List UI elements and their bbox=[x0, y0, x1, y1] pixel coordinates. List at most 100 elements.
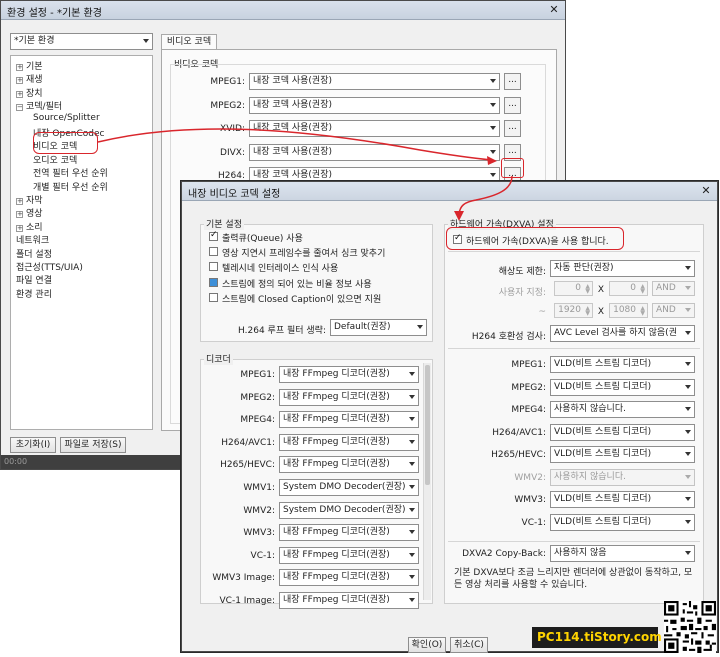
decoder-label: MPEG1: bbox=[240, 370, 275, 380]
tree-item-label: 코덱/필터 bbox=[26, 102, 63, 113]
decoder-select-wmv2[interactable]: System DMO Decoder(권장) bbox=[279, 501, 419, 519]
option-checkbox-label[interactable]: 텔레시네 인터레이스 인식 사용 bbox=[222, 261, 338, 274]
tree-item-label: 기본 bbox=[26, 62, 43, 72]
hw-codec-select-mpeg1[interactable]: VLD(비트 스트림 디코더) bbox=[550, 356, 695, 373]
tree-item[interactable]: Source/Splitter bbox=[33, 113, 100, 123]
h264-compat-select[interactable]: AVC Level 검사를 하지 않음(권 bbox=[550, 325, 695, 342]
decoder-select-wmv1[interactable]: System DMO Decoder(권장) bbox=[279, 479, 419, 496]
tree-item[interactable]: + 재생 bbox=[16, 72, 43, 85]
chevron-down-icon bbox=[685, 452, 691, 456]
tree-item[interactable]: + 영상 bbox=[16, 206, 43, 219]
decoder-select-wmv3[interactable]: 내장 FFmpeg 디코더(권장) bbox=[279, 524, 419, 542]
option-checkbox[interactable] bbox=[209, 262, 218, 272]
decoder-label: WMV3: bbox=[243, 528, 275, 539]
tab-video-codec[interactable]: 비디오 코덱 bbox=[161, 34, 217, 50]
option-checkbox-label[interactable]: 출력큐(Queue) 사용 bbox=[222, 231, 303, 244]
chevron-down-icon bbox=[490, 126, 496, 130]
chevron-down-icon bbox=[409, 372, 415, 376]
chevron-down-icon bbox=[685, 308, 691, 312]
decoder-label: WMV1: bbox=[243, 483, 275, 493]
tree-item-label: 네트워크 bbox=[16, 236, 50, 247]
tree-item-label: 영상 bbox=[26, 209, 43, 220]
decoder-select-mpeg2[interactable]: 내장 FFmpeg 디코더(권장) bbox=[279, 388, 419, 406]
hw-codec-select-wmv3[interactable]: VLD(비트 스트림 디코더) bbox=[550, 491, 695, 508]
expand-icon[interactable]: + bbox=[16, 211, 23, 219]
settings-titlebar: 환경 설정 - *기본 환경 ✕ bbox=[1, 1, 565, 20]
reset-button[interactable]: 초기화(I) bbox=[10, 437, 56, 453]
close-icon[interactable]: ✕ bbox=[547, 4, 561, 16]
x-separator: X bbox=[597, 285, 605, 295]
decoder-select-mpeg1[interactable]: 내장 FFmpeg 디코더(권장) bbox=[279, 366, 419, 383]
expand-icon[interactable]: + bbox=[16, 198, 23, 205]
ok-button[interactable]: 확인(O) bbox=[408, 637, 446, 653]
decoder-select-mpeg4[interactable]: 내장 FFmpeg 디코더(권장) bbox=[279, 411, 419, 429]
decoder-select-h265-hevc[interactable]: 내장 FFmpeg 디코더(권장) bbox=[279, 456, 419, 474]
expand-icon[interactable]: + bbox=[16, 224, 23, 232]
chevron-down-icon bbox=[409, 598, 415, 602]
tree-item[interactable]: + 장치 bbox=[16, 86, 43, 99]
codec-select-divx[interactable]: 내장 코덱 사용(권장) bbox=[249, 143, 500, 161]
dialog-close-icon[interactable]: ✕ bbox=[699, 185, 713, 197]
option-checkbox-label[interactable]: 스트림에 Closed Caption이 있으면 지원 bbox=[222, 292, 381, 305]
resolution-select[interactable]: 자동 판단(권장) bbox=[550, 260, 695, 277]
chevron-down-icon bbox=[490, 79, 496, 83]
min-width-spin[interactable]: 0 ▲ ▼ bbox=[554, 281, 593, 296]
codec-select-xvid[interactable]: 내장 코덱 사용(권장) bbox=[249, 120, 500, 137]
option-checkbox[interactable] bbox=[209, 277, 218, 287]
copyback-select[interactable]: 사용하지 않음 bbox=[550, 545, 695, 562]
hw-codec-select-h264-avc1[interactable]: VLD(비트 스트림 디코더) bbox=[550, 423, 695, 441]
tree-item-label: 재생 bbox=[26, 75, 43, 86]
hw-codec-select-wmv2[interactable]: 사용하지 않습니다. bbox=[550, 468, 695, 486]
decoder-label: WMV3 Image: bbox=[212, 573, 275, 584]
scrollbar-thumb[interactable] bbox=[425, 365, 430, 485]
tree-item[interactable]: + 기본 bbox=[16, 59, 43, 72]
save-to-file-button[interactable]: 파일로 저장(S) bbox=[60, 437, 126, 453]
option-checkbox[interactable] bbox=[209, 230, 218, 241]
max-and-select[interactable]: AND bbox=[652, 303, 695, 318]
min-height-spin[interactable]: 0 ▲ ▼ bbox=[609, 281, 648, 296]
chevron-down-icon bbox=[409, 530, 415, 535]
max-height-spin[interactable]: 1080 ▲ ▼ bbox=[609, 303, 648, 318]
expand-icon[interactable]: + bbox=[16, 90, 23, 98]
decoder-select-vc-1-image[interactable]: 내장 FFmpeg 디코더(권장) bbox=[279, 592, 419, 609]
codec-select-mpeg1[interactable]: 내장 코덱 사용(권장) bbox=[249, 73, 500, 90]
tree-item[interactable]: 전역 필터 우선 순위 bbox=[33, 166, 108, 179]
hw-codec-select-vc-1[interactable]: VLD(비트 스트림 디코더) bbox=[550, 513, 695, 531]
option-checkbox-label[interactable]: 스트림에 정의 되어 있는 비율 정보 사용 bbox=[222, 277, 372, 290]
tree-item[interactable]: + 소리 bbox=[16, 220, 43, 233]
codec-settings-button[interactable]: ... bbox=[504, 120, 521, 137]
codec-settings-button[interactable]: ... bbox=[504, 73, 521, 90]
decoder-select-wmv3-image[interactable]: 내장 FFmpeg 디코더(권장) bbox=[279, 569, 419, 587]
max-width-spin[interactable]: 1920 ▲ ▼ bbox=[554, 303, 593, 318]
hw-codec-select-h265-hevc[interactable]: VLD(비트 스트림 디코더) bbox=[550, 446, 695, 463]
tree-item[interactable]: 개별 필터 우선 순위 bbox=[33, 180, 108, 193]
codec-select-mpeg2[interactable]: 내장 코덱 사용(권장) bbox=[249, 96, 500, 114]
loop-filter-select[interactable]: Default(권장) bbox=[330, 319, 427, 336]
option-checkbox-label[interactable]: 영상 지연시 프레임수를 줄여서 싱크 맞추기 bbox=[222, 246, 385, 259]
option-checkbox[interactable] bbox=[209, 292, 218, 302]
tree-item[interactable]: 접근성(TTS/UIA) bbox=[16, 260, 83, 273]
min-and-select[interactable]: AND bbox=[652, 281, 695, 296]
chevron-down-icon bbox=[685, 384, 691, 389]
decoder-scrollbar[interactable] bbox=[423, 363, 431, 600]
decoder-select-h264-avc1[interactable]: 내장 FFmpeg 디코더(권장) bbox=[279, 433, 419, 451]
option-checkbox[interactable] bbox=[209, 247, 218, 257]
hw-codec-select-mpeg4[interactable]: 사용하지 않습니다. bbox=[550, 401, 695, 418]
tree-item-label: 개별 필터 우선 순위 bbox=[33, 182, 108, 193]
tree-item[interactable]: 오디오 코덱 bbox=[33, 153, 77, 166]
expand-icon[interactable]: + bbox=[16, 77, 23, 85]
hw-codec-label: MPEG2: bbox=[511, 382, 546, 393]
decoder-select-vc-1[interactable]: 내장 FFmpeg 디코더(권장) bbox=[279, 546, 419, 564]
cancel-button[interactable]: 취소(C) bbox=[450, 637, 488, 653]
tree-item[interactable]: − 코덱/필터 bbox=[16, 99, 62, 112]
tree-item[interactable]: 폴더 설정 bbox=[16, 247, 52, 260]
tree-item[interactable]: 파일 연결 bbox=[16, 273, 52, 286]
expand-icon[interactable]: + bbox=[16, 64, 23, 71]
tree-item[interactable]: + 자막 bbox=[16, 193, 43, 206]
collapse-icon[interactable]: − bbox=[16, 104, 23, 112]
tree-item[interactable]: 환경 관리 bbox=[16, 287, 52, 300]
codec-settings-button[interactable]: ... bbox=[504, 96, 521, 114]
hw-codec-select-mpeg2[interactable]: VLD(비트 스트림 디코더) bbox=[550, 378, 695, 396]
profile-select[interactable]: *기본 환경 bbox=[10, 33, 153, 50]
tree-item[interactable]: 네트워크 bbox=[16, 233, 49, 246]
